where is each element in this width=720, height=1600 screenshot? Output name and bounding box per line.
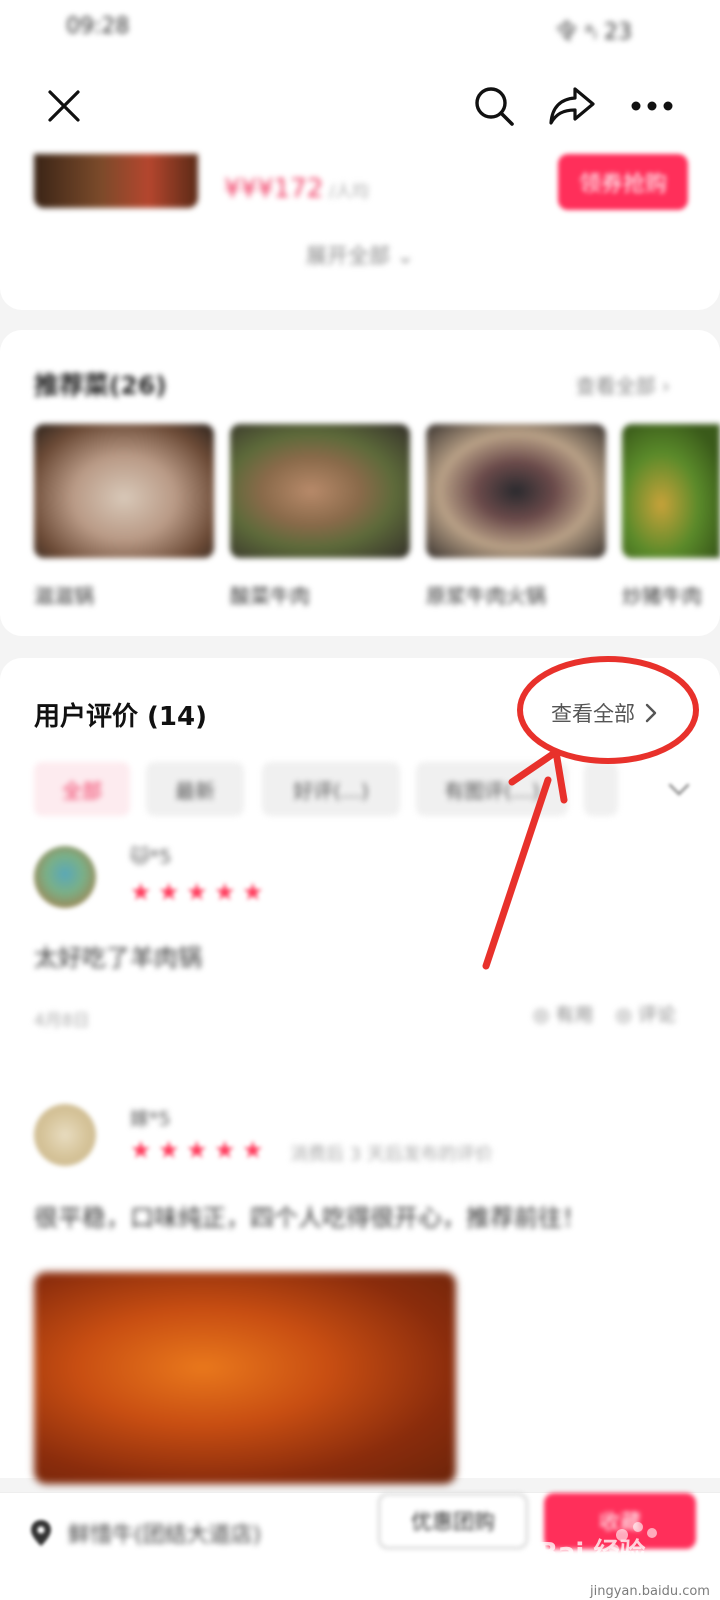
store-name[interactable]: 鲜惜牛(团结大道店): [68, 1517, 261, 1549]
store-card: ¥¥¥172/人均 领券抢购 展开全部 ⌄: [0, 154, 720, 310]
reviews-title: 用户评价 (14): [34, 702, 207, 732]
recommended-view-all[interactable]: 查看全部 ›: [576, 370, 670, 399]
status-bar: 09:28 令 ᵃᵢ 23: [0, 0, 720, 58]
dish-name: 滋滋锅: [34, 584, 94, 608]
filter-chip-latest[interactable]: 最新: [146, 762, 244, 816]
chevron-right-icon: [645, 703, 657, 723]
dish-image: [230, 424, 410, 558]
location-pin-icon: [31, 1520, 51, 1546]
review-text: 很平稳，口味纯正，四个人吃得很开心，推荐前往！: [34, 1204, 586, 1232]
more-icon[interactable]: [626, 80, 678, 132]
dish-item[interactable]: 炒猪牛肉: [622, 424, 720, 609]
bottom-action-bar: 鲜惜牛(团结大道店) 优惠团购 收藏 Bai 经验 jingyan.baidu.…: [0, 1492, 720, 1600]
status-time: 09:28: [66, 14, 130, 39]
status-icons: 令 ᵃᵢ 23: [555, 20, 632, 45]
star-rating: ★ ★ ★ ★ ★: [130, 1138, 266, 1162]
star-icon: ★: [242, 1136, 264, 1164]
search-icon[interactable]: [468, 80, 520, 132]
star-icon: ★: [214, 1136, 236, 1164]
reviewer-name: 嫁*5: [130, 1108, 171, 1130]
reviews-card: 用户评价 (14) 查看全部 全部 最新 好评(…) 有图评(…) 🐱*5 ★ …: [0, 658, 720, 1484]
price-unit: /人均: [329, 182, 369, 202]
star-icon: ★: [158, 1136, 180, 1164]
dish-image: [34, 424, 214, 558]
review-photo[interactable]: [34, 1272, 456, 1484]
recommended-title: 推荐菜(26): [34, 371, 167, 400]
filter-chip-more[interactable]: [584, 762, 618, 816]
baidu-jingyan-watermark: Bai 经验 jingyan.baidu.com: [538, 1522, 710, 1599]
avatar[interactable]: [34, 846, 96, 908]
comment-button[interactable]: ◎ 评论: [615, 1000, 676, 1027]
package-price: ¥¥¥172/人均: [224, 174, 369, 204]
star-icon: ★: [214, 878, 236, 906]
package-thumbnail[interactable]: [34, 154, 198, 208]
review-text: 太好吃了羊肉锅: [34, 944, 202, 972]
review-item: 🐱*5 ★ ★ ★ ★ ★ 太好吃了羊肉锅 4月8日 ◎ 有用 ◎ 评论: [34, 846, 684, 1046]
recommended-dishes-card: 推荐菜(26) 查看全部 › 滋滋锅 酸菜牛肉 原浆牛肉火锅 炒猪牛肉: [0, 330, 720, 636]
top-bar: [0, 58, 720, 154]
dish-name: 酸菜牛肉: [230, 584, 310, 608]
review-filter-row: 全部 最新 好评(…) 有图评(…): [34, 762, 694, 816]
review-meta: 消费后 3 天后发布的评价: [290, 1144, 493, 1165]
dish-image: [622, 424, 720, 558]
dish-name: 炒猪牛肉: [622, 584, 702, 608]
expand-all-link[interactable]: 展开全部 ⌄: [0, 240, 720, 270]
dish-item[interactable]: 原浆牛肉火锅: [426, 424, 606, 609]
star-icon: ★: [158, 878, 180, 906]
share-icon[interactable]: [546, 80, 598, 132]
filter-chip-positive[interactable]: 好评(…): [262, 762, 400, 816]
dish-name: 原浆牛肉火锅: [426, 584, 546, 608]
view-all-label: 查看全部: [551, 702, 635, 726]
view-all-reviews-link[interactable]: 查看全部: [551, 698, 657, 728]
watermark-line2: jingyan.baidu.com: [589, 1584, 710, 1599]
dish-image: [426, 424, 606, 558]
review-actions: ◎ 有用 ◎ 评论: [533, 1000, 676, 1027]
dish-item[interactable]: 酸菜牛肉: [230, 424, 410, 609]
price-value: ¥¥¥172: [224, 174, 324, 204]
star-icon: ★: [242, 878, 264, 906]
star-icon: ★: [186, 1136, 208, 1164]
star-icon: ★: [130, 1136, 152, 1164]
review-item: 嫁*5 ★ ★ ★ ★ ★ 消费后 3 天后发布的评价 很平稳，口味纯正，四个人…: [34, 1104, 684, 1484]
star-icon: ★: [186, 878, 208, 906]
watermark-line1: Bai 经验: [538, 1537, 645, 1568]
coupon-button[interactable]: 领券抢购: [558, 154, 688, 210]
review-date: 4月8日: [34, 1011, 90, 1031]
dish-item[interactable]: 滋滋锅: [34, 424, 214, 609]
avatar[interactable]: [34, 1104, 96, 1166]
reviewer-name: 🐱*5: [130, 846, 172, 868]
helpful-button[interactable]: ◎ 有用: [533, 1000, 594, 1027]
close-icon[interactable]: [38, 80, 90, 132]
filter-chip-all[interactable]: 全部: [34, 762, 130, 816]
star-rating: ★ ★ ★ ★ ★: [130, 880, 266, 904]
chevron-down-icon[interactable]: [664, 774, 694, 804]
filter-chip-with-photos[interactable]: 有图评(…): [416, 762, 568, 816]
group-buy-button[interactable]: 优惠团购: [378, 1493, 528, 1549]
star-icon: ★: [130, 878, 152, 906]
